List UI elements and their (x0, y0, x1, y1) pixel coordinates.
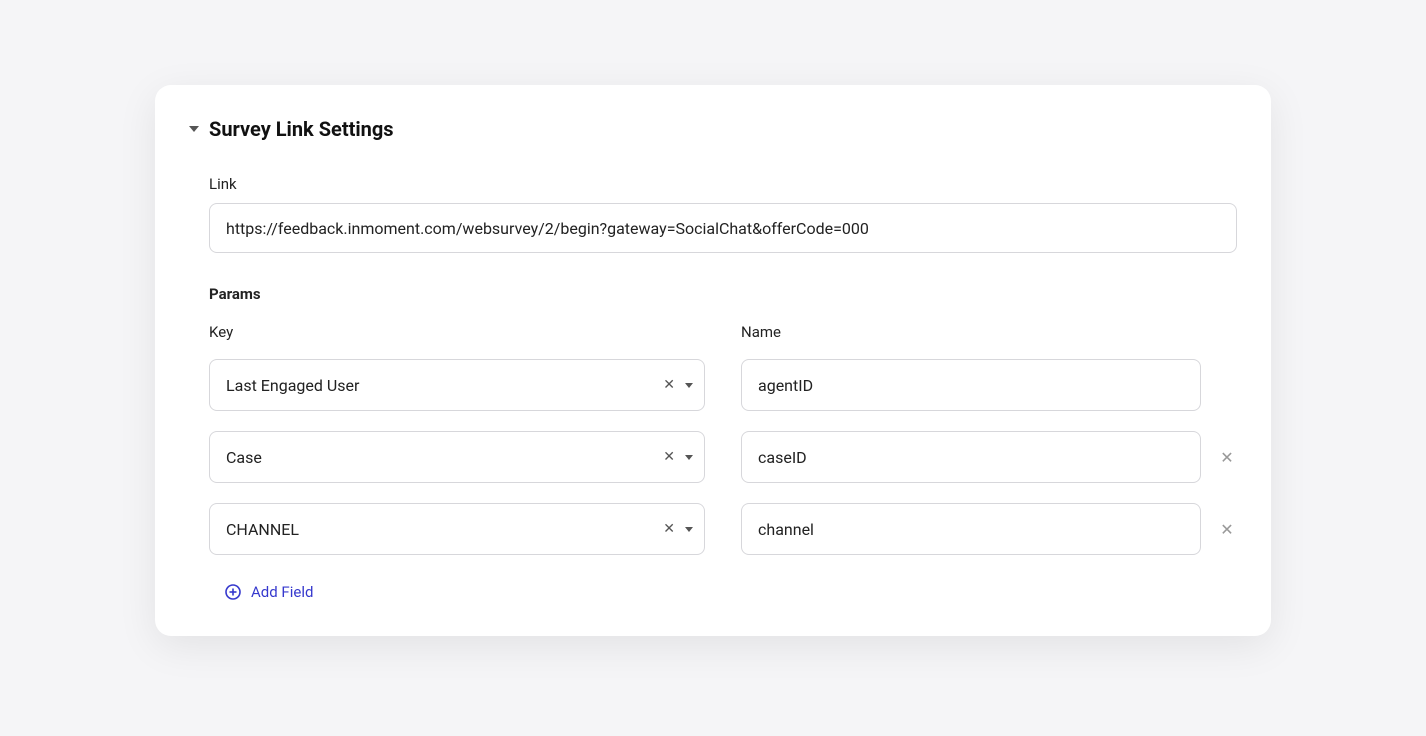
key-select-controls: ✕ (663, 378, 693, 392)
clear-icon[interactable]: ✕ (663, 378, 675, 392)
key-select-controls: ✕ (663, 522, 693, 536)
key-select[interactable]: ✕ (209, 359, 705, 411)
clear-icon[interactable]: ✕ (663, 522, 675, 536)
name-row: ✕ (741, 431, 1237, 483)
clear-icon[interactable]: ✕ (663, 450, 675, 464)
key-select-input[interactable] (209, 431, 705, 483)
params-columns: Key ✕✕✕ Name ✕✕ (209, 323, 1237, 555)
name-row (741, 359, 1237, 411)
section-header: Survey Link Settings (189, 117, 1237, 141)
field-block: Link Params Key ✕✕✕ Name ✕✕ (189, 175, 1237, 604)
collapse-triangle-icon[interactable] (189, 126, 199, 132)
key-rows: ✕ ✕ ✕ (209, 359, 705, 555)
add-field-button[interactable]: Add Field (209, 583, 313, 601)
key-select-input[interactable] (209, 359, 705, 411)
link-label: Link (209, 175, 1237, 193)
name-rows: ✕✕ (741, 359, 1237, 555)
key-column-header: Key (209, 323, 705, 341)
link-row: Link (209, 175, 1237, 253)
chevron-down-icon[interactable] (685, 455, 693, 460)
name-input[interactable] (741, 503, 1201, 555)
key-select[interactable]: ✕ (209, 503, 705, 555)
params-label: Params (209, 285, 1237, 303)
params-heading: Params (209, 285, 1237, 303)
key-column: Key ✕ ✕ ✕ (209, 323, 705, 555)
settings-card: Survey Link Settings Link Params Key ✕✕✕… (155, 85, 1271, 636)
add-field-label: Add Field (251, 583, 313, 601)
chevron-down-icon[interactable] (685, 383, 693, 388)
key-select-controls: ✕ (663, 450, 693, 464)
chevron-down-icon[interactable] (685, 527, 693, 532)
section-title: Survey Link Settings (209, 117, 394, 141)
name-column-header: Name (741, 323, 1237, 341)
key-select[interactable]: ✕ (209, 431, 705, 483)
name-column: Name ✕✕ (741, 323, 1237, 555)
remove-row-icon[interactable]: ✕ (1217, 520, 1237, 539)
plus-circle-icon (225, 584, 241, 600)
name-input[interactable] (741, 431, 1201, 483)
name-input[interactable] (741, 359, 1201, 411)
name-row: ✕ (741, 503, 1237, 555)
link-input[interactable] (209, 203, 1237, 253)
remove-row-icon[interactable]: ✕ (1217, 448, 1237, 467)
key-select-input[interactable] (209, 503, 705, 555)
